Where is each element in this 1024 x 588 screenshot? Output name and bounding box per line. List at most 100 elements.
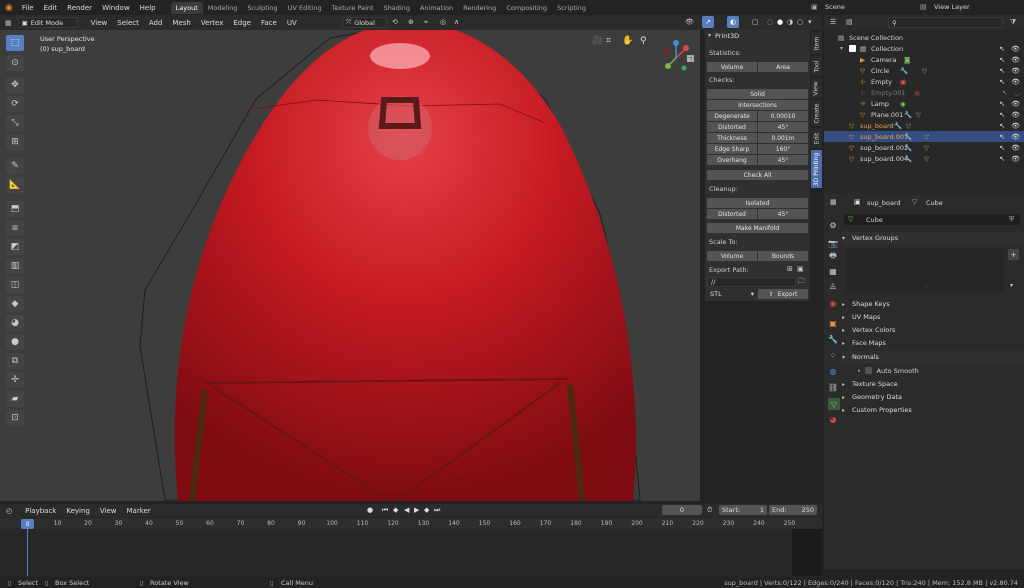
- timeline-menu-view[interactable]: View: [95, 507, 122, 515]
- props-tab-modifiers[interactable]: 🔧: [828, 334, 838, 344]
- snap-target-icon[interactable]: ⌖: [424, 18, 428, 27]
- bevel-tool-icon[interactable]: ◩: [6, 239, 24, 255]
- playhead-label[interactable]: 0: [21, 519, 34, 529]
- eye-icon[interactable]: 👁: [1011, 155, 1020, 163]
- timeline-track-area[interactable]: [0, 529, 822, 576]
- display-mode-icon[interactable]: ▤: [846, 18, 853, 26]
- viewport-menu-edge[interactable]: Edge: [228, 19, 256, 27]
- props-tab-material[interactable]: ◕: [828, 414, 838, 424]
- tab-texture-paint[interactable]: Texture Paint: [327, 2, 379, 14]
- viewport-menu-vertex[interactable]: Vertex: [196, 19, 229, 27]
- filter-icon[interactable]: ⧩: [1010, 18, 1016, 27]
- outliner-item-empty-001[interactable]: ⊹ Empty.001 ▣ ↖ ◡: [824, 87, 1024, 98]
- tab-edit[interactable]: Edit: [811, 128, 822, 148]
- scale-volume-button[interactable]: Volume: [707, 251, 757, 261]
- move-tool-icon[interactable]: ✥: [6, 77, 24, 93]
- eye-icon[interactable]: 👁: [1011, 111, 1020, 119]
- outliner-search[interactable]: ⚲: [888, 17, 1003, 28]
- fake-user-icon[interactable]: ⛨: [1009, 215, 1014, 224]
- solid-shading-icon[interactable]: ●: [777, 18, 783, 26]
- end-frame-field[interactable]: End: 250: [769, 505, 817, 515]
- select-toggle-icon[interactable]: ↖: [999, 45, 1005, 53]
- select-toggle-icon[interactable]: ↖: [999, 67, 1005, 75]
- transform-tool-icon[interactable]: ⊞: [6, 134, 24, 150]
- panel-face-maps[interactable]: ▸ Face Maps: [842, 337, 1024, 349]
- select-toggle-icon[interactable]: ↖: [999, 144, 1005, 152]
- outliner-item-circle[interactable]: ▽ Circle 🔧 ▽ ↖ 👁: [824, 65, 1024, 76]
- preview-range-icon[interactable]: ⏱: [707, 506, 712, 515]
- overhang-value-field[interactable]: 45°: [758, 155, 808, 165]
- tab-shading[interactable]: Shading: [379, 2, 415, 14]
- menu-file[interactable]: File: [17, 4, 39, 12]
- tab-uv-editing[interactable]: UV Editing: [283, 2, 327, 14]
- outliner-scene-collection[interactable]: ▤ Scene Collection: [824, 32, 1024, 43]
- snap-icon[interactable]: ⊕: [408, 18, 414, 26]
- panel-vertex-groups[interactable]: ▾ Vertex Groups: [842, 232, 1024, 244]
- tab-animation[interactable]: Animation: [415, 2, 458, 14]
- shear-tool-icon[interactable]: ▰: [6, 391, 24, 407]
- jump-end-icon[interactable]: ⏭: [434, 506, 440, 515]
- scene-name[interactable]: Scene: [825, 3, 845, 11]
- outliner-item-plane-001[interactable]: ▽ Plane.001 🔧 ▽ ↖ 👁: [824, 109, 1024, 120]
- object-pin-icon[interactable]: ▣: [854, 198, 861, 206]
- select-toggle-icon[interactable]: ↖: [999, 122, 1005, 130]
- play-reverse-icon[interactable]: ◀: [404, 506, 409, 514]
- tab-create[interactable]: Create: [811, 100, 822, 126]
- inset-tool-icon[interactable]: ⧈: [6, 220, 24, 236]
- scale-tool-icon[interactable]: ⤡: [6, 115, 24, 131]
- tab-3d-printing[interactable]: 3D Printing: [811, 150, 822, 188]
- menu-edit[interactable]: Edit: [39, 4, 63, 12]
- knife-tool-icon[interactable]: ◫: [6, 277, 24, 293]
- next-keyframe-icon[interactable]: ◆: [424, 506, 429, 514]
- outliner-item-sup-board[interactable]: ▽ sup_board 🔧 ▽ ↖ 👁: [824, 120, 1024, 131]
- cleanup-distorted-button[interactable]: Distorted: [707, 209, 757, 219]
- props-tab-scene[interactable]: ◬: [828, 280, 838, 290]
- outliner-item-sup-board-002[interactable]: ▽ sup_board.002 🔧 ▽ ↖ 👁: [824, 142, 1024, 153]
- eye-icon[interactable]: 👁: [1011, 56, 1020, 64]
- select-toggle-icon[interactable]: ↖: [999, 78, 1005, 86]
- auto-smooth-checkbox[interactable]: [864, 367, 872, 374]
- edge-slide-tool-icon[interactable]: ⧉: [6, 353, 24, 369]
- current-frame-field[interactable]: 0: [662, 505, 702, 515]
- visibility-icon[interactable]: 👁: [685, 18, 694, 26]
- proportional-edit-icon[interactable]: ◎: [440, 18, 446, 26]
- loop-cut-tool-icon[interactable]: ▥: [6, 258, 24, 274]
- props-tab-output[interactable]: 🖶: [828, 251, 838, 262]
- eye-icon[interactable]: 👁: [1011, 133, 1020, 141]
- eye-icon[interactable]: 👁: [1011, 78, 1020, 86]
- overhang-check-button[interactable]: Overhang: [707, 155, 757, 165]
- list-resize-icon[interactable]: ⋯: [924, 284, 929, 290]
- panel-geometry-data[interactable]: ▸ Geometry Data: [842, 391, 1024, 403]
- tab-scripting[interactable]: Scripting: [552, 2, 591, 14]
- menu-render[interactable]: Render: [62, 4, 97, 12]
- xray-icon[interactable]: ▢: [752, 18, 759, 26]
- menu-help[interactable]: Help: [135, 4, 161, 12]
- 3d-viewport[interactable]: User Perspective (0) sup_board 🎥 ⌗ ✋ ⚲ ▦…: [0, 30, 700, 501]
- panel-normals[interactable]: ▾ Normals: [842, 351, 1024, 363]
- tab-item[interactable]: Item: [811, 32, 822, 54]
- volume-button[interactable]: Volume: [707, 62, 757, 72]
- panel-collapse-icon[interactable]: ▾: [708, 32, 711, 39]
- outliner-item-empty[interactable]: ⊹ Empty ▣ ↖ 👁: [824, 76, 1024, 87]
- view-layer-icon[interactable]: ▤: [920, 3, 927, 11]
- eye-icon[interactable]: 👁: [1011, 45, 1020, 53]
- select-toggle-icon[interactable]: ↖: [999, 111, 1005, 119]
- props-tab-constraints[interactable]: ⛓: [828, 382, 838, 392]
- list-options-icon[interactable]: ▾: [1010, 282, 1013, 289]
- outliner-item-camera[interactable]: ▶ Camera ◙ ↖ 👁: [824, 54, 1024, 65]
- zoom-view-icon[interactable]: ⚲: [640, 36, 647, 46]
- panel-texture-space[interactable]: ▸ Texture Space: [842, 378, 1024, 390]
- degenerate-value-field[interactable]: 0.00010: [758, 111, 808, 121]
- edge-sharp-check-button[interactable]: Edge Sharp: [707, 144, 757, 154]
- panel-uv-maps[interactable]: ▸ UV Maps: [842, 311, 1024, 323]
- eye-icon[interactable]: 👁: [1011, 144, 1020, 152]
- intersections-check-button[interactable]: Intersections: [707, 100, 808, 110]
- add-vertex-group-button[interactable]: +: [1008, 249, 1019, 260]
- extrude-tool-icon[interactable]: ⬒: [6, 201, 24, 217]
- prev-keyframe-icon[interactable]: ◆: [393, 506, 398, 514]
- viewport-menu-uv[interactable]: UV: [282, 19, 302, 27]
- tab-sculpting[interactable]: Sculpting: [242, 2, 282, 14]
- poly-build-tool-icon[interactable]: ◆: [6, 296, 24, 312]
- outliner-editor-icon[interactable]: ☰: [830, 18, 836, 26]
- outliner-collection[interactable]: ▾ ▤ Collection ↖ 👁: [824, 43, 1024, 54]
